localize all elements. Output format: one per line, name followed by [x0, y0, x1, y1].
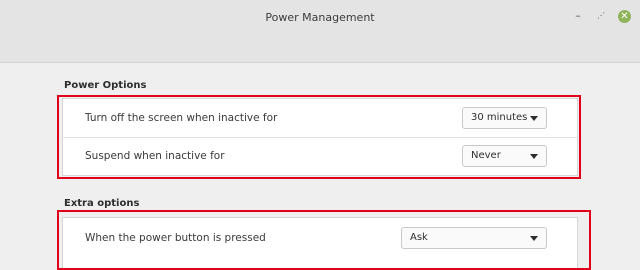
power-button-label: When the power button is pressed: [85, 232, 266, 244]
close-icon[interactable]: ✕: [618, 10, 631, 23]
suspend-label: Suspend when inactive for: [85, 150, 225, 162]
minimize-icon[interactable]: –: [573, 9, 583, 23]
maximize-icon[interactable]: ⋰: [596, 9, 606, 23]
power-button-row: When the power button is pressed Ask: [63, 218, 577, 258]
dropdown-arrow-icon: [530, 236, 538, 241]
window-titlebar: Power Management – ⋰ ✕: [0, 0, 640, 63]
suspend-row: Suspend when inactive for Never: [63, 138, 577, 175]
suspend-dropdown[interactable]: Never: [462, 145, 547, 167]
screen-off-dropdown[interactable]: 30 minutes: [462, 107, 547, 129]
screen-off-row: Turn off the screen when inactive for 30…: [63, 99, 577, 137]
dropdown-arrow-icon: [530, 116, 538, 121]
power-options-card: Turn off the screen when inactive for 30…: [62, 98, 578, 176]
screen-off-value: 30 minutes: [471, 112, 528, 123]
dropdown-arrow-icon: [530, 154, 538, 159]
extra-options-heading: Extra options: [64, 198, 140, 209]
screen-off-label: Turn off the screen when inactive for: [85, 112, 278, 124]
power-button-dropdown[interactable]: Ask: [401, 227, 547, 249]
power-options-heading: Power Options: [64, 80, 147, 91]
window-title: Power Management: [265, 11, 375, 24]
suspend-value: Never: [471, 150, 501, 161]
power-button-value: Ask: [410, 232, 428, 243]
extra-options-card: When the power button is pressed Ask: [62, 217, 578, 269]
